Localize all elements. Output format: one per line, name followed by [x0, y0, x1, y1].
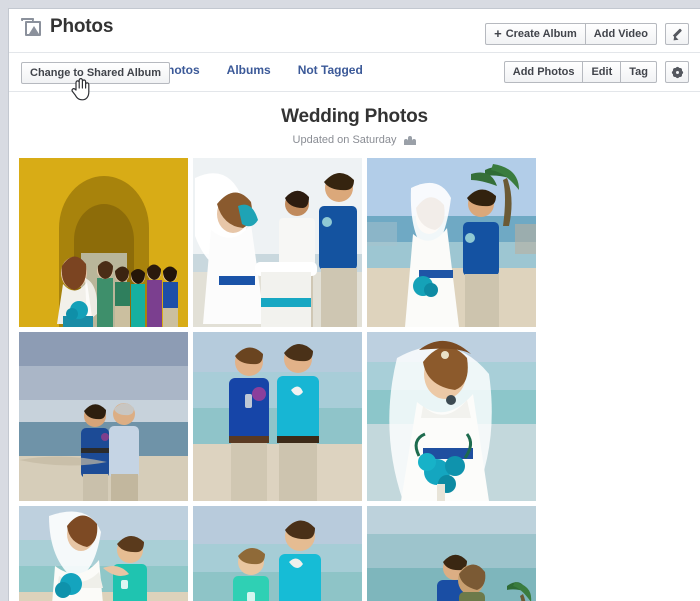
- button-spacer: [657, 61, 665, 83]
- photo-tile[interactable]: [367, 332, 536, 501]
- album-heading: Wedding Photos Updated on Saturday: [9, 92, 700, 158]
- album-meta: Updated on Saturday: [9, 134, 700, 146]
- gear-icon: [670, 65, 684, 79]
- photos-icon: [21, 17, 41, 37]
- page-header: Photos +Create Album Add Video Photos of…: [9, 9, 700, 77]
- photos-page: Photos +Create Album Add Video Photos of…: [8, 8, 700, 601]
- album-settings-button[interactable]: [665, 61, 689, 83]
- photo-3: [367, 158, 536, 327]
- edit-album-button[interactable]: Edit: [582, 61, 622, 83]
- photo-tile[interactable]: [19, 158, 188, 327]
- photo-8: [193, 506, 362, 601]
- photo-2: [193, 158, 362, 327]
- album-updated-text: Updated on Saturday: [292, 134, 397, 146]
- album-toolbar: Change to Shared Album Add Photos Edit T…: [9, 53, 700, 101]
- album-toolbar-left: Change to Shared Album: [21, 62, 170, 84]
- plus-icon: +: [494, 25, 502, 41]
- photo-tile[interactable]: [19, 332, 188, 501]
- photo-6: [367, 332, 536, 501]
- edit-profile-photos-button[interactable]: [665, 23, 689, 45]
- photo-7: [19, 506, 188, 601]
- change-to-shared-album-button[interactable]: Change to Shared Album: [21, 62, 170, 84]
- photo-tile[interactable]: [193, 158, 362, 327]
- create-album-button[interactable]: + Create Album: [485, 23, 586, 45]
- photo-tile[interactable]: [193, 332, 362, 501]
- photo-tile[interactable]: [367, 158, 536, 327]
- album-title: Wedding Photos: [281, 106, 428, 127]
- create-album-label: Create Album: [505, 28, 577, 40]
- photo-1: [19, 158, 188, 327]
- page-title-group: Photos: [21, 16, 113, 38]
- add-video-button[interactable]: Add Video: [584, 23, 657, 45]
- photo-4: [19, 332, 188, 501]
- tag-button[interactable]: Tag: [620, 61, 657, 83]
- header-button-group: + Create Album Add Video: [485, 23, 657, 45]
- friends-audience-icon[interactable]: [404, 135, 417, 145]
- pencil-icon: [672, 29, 683, 40]
- photo-5: [193, 332, 362, 501]
- album-action-group: Add Photos Edit Tag: [503, 61, 657, 83]
- photo-tile[interactable]: [19, 506, 188, 601]
- header-actions: + Create Album Add Video: [485, 23, 689, 45]
- add-photos-button[interactable]: Add Photos: [503, 61, 584, 83]
- album-toolbar-right: Add Photos Edit Tag: [503, 61, 689, 83]
- page-title: Photos: [50, 16, 114, 37]
- photo-tile[interactable]: [193, 506, 362, 601]
- button-spacer: [657, 23, 665, 45]
- photo-grid: [9, 158, 700, 601]
- photo-9: [367, 506, 536, 601]
- photo-tile[interactable]: [367, 506, 536, 601]
